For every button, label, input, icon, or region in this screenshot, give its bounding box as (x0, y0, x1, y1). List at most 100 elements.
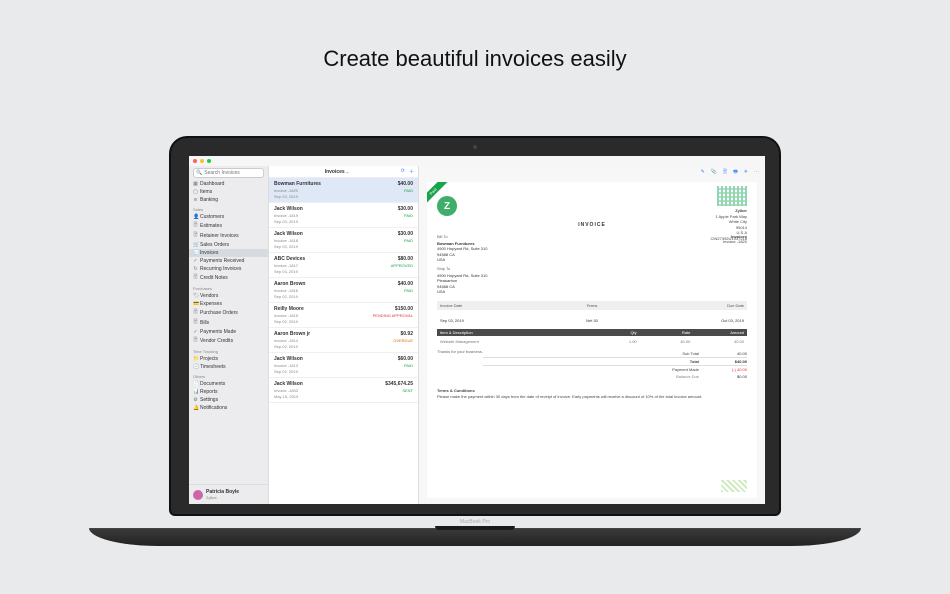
invoice-row[interactable]: Jack Wilson$345,674.25Invoice -1803SENTM… (269, 378, 418, 403)
chevron-down-icon: ⌄ (346, 169, 349, 174)
sidebar-icon: 📁 (193, 356, 198, 362)
invoice-row[interactable]: Jack Wilson$60.00Invoice -1813PAIDSep 02… (269, 353, 418, 378)
invoice-amount: $60.00 (398, 356, 413, 362)
sidebar-item[interactable]: 💳Expenses (189, 300, 268, 308)
traffic-light-min[interactable] (200, 159, 204, 163)
invoice-customer: Jack Wilson (274, 231, 303, 237)
sidebar-item-label: Purchase Orders (200, 310, 238, 316)
send-button[interactable]: ✈ (744, 169, 748, 177)
sidebar-item[interactable]: 📊Reports (189, 388, 268, 396)
sidebar-item[interactable]: 🗎Retainer Invoices (189, 231, 268, 241)
invoice-detail: ✎ 📎 🗎 🖶 ✈ ⋯ Paid Z Zylker 1 Apple Par (419, 166, 765, 504)
more-button[interactable]: ⋯ (754, 169, 759, 177)
invoice-row[interactable]: ABC Devices$80.00Invoice -1817APPROVEDSe… (269, 253, 418, 278)
sidebar-item-label: Bills (200, 320, 209, 326)
sidebar-item[interactable]: ✓Payments Made (189, 328, 268, 336)
invoice-customer: Reilly Moore (274, 306, 304, 312)
profile-org: Zylker (206, 495, 239, 500)
sidebar-item[interactable]: ↻Recurring Invoices (189, 265, 268, 273)
invoice-row[interactable]: Aaron Brown$40.00Invoice -1816PAIDSep 02… (269, 278, 418, 303)
sidebar-item[interactable]: ✓Payments Received (189, 257, 268, 265)
invoice-number: Invoice -1814 (274, 338, 298, 343)
sidebar-item-label: Vendor Credits (200, 338, 233, 344)
sidebar-item-banking[interactable]: ≋Banking (189, 196, 268, 204)
sidebar-item[interactable]: 🔔Notifications (189, 404, 268, 412)
invoice-date: Sep 02, 2019 (274, 294, 298, 299)
invoice-list: Invoices⌄ ⟳ ＋ Bowman Furnitures$40.00Inv… (269, 166, 419, 504)
sidebar-item[interactable]: 🗎Credit Notes (189, 273, 268, 283)
sidebar-item[interactable]: 🗎Estimates (189, 221, 268, 231)
invoice-row[interactable]: Bowman Furnitures$40.00Invoice -1820PAID… (269, 178, 418, 203)
sidebar-item[interactable]: 🧾Invoices (189, 249, 268, 257)
sidebar-item[interactable]: 👤Customers (189, 213, 268, 221)
sidebar-item[interactable]: 📄Documents (189, 380, 268, 388)
list-title[interactable]: Invoices⌄ (273, 169, 401, 175)
camera-dot (473, 145, 477, 149)
sidebar-item[interactable]: 🗎Purchase Orders (189, 308, 268, 318)
invoice-row[interactable]: Jack Wilson$30.00Invoice -1818PAIDSep 03… (269, 228, 418, 253)
page-headline: Create beautiful invoices easily (0, 46, 950, 72)
new-invoice-button[interactable]: ＋ (409, 168, 414, 175)
sidebar-icon: 🛒 (193, 242, 198, 248)
sidebar-item-label: Estimates (200, 223, 222, 229)
sidebar-icon: 🧾 (193, 250, 198, 256)
sidebar-item[interactable]: 🛒Sales Orders (189, 241, 268, 249)
sidebar-item-label: Dashboard (200, 181, 224, 187)
traffic-light-close[interactable] (193, 159, 197, 163)
sidebar-icon: ↻ (193, 266, 198, 272)
company-logo: Z (437, 196, 457, 216)
invoice-amount: $80.00 (398, 256, 413, 262)
sidebar-item[interactable]: 📁Projects (189, 355, 268, 363)
laptop-notch (435, 526, 515, 530)
traffic-light-max[interactable] (207, 159, 211, 163)
app-screen: 🔍 ▦Dashboard▢Items≋Banking Sales👤Custome… (189, 156, 765, 504)
attach-button[interactable]: 📎 (711, 169, 717, 177)
footer-deco (721, 480, 747, 492)
sidebar-item[interactable]: 🗎Bills (189, 318, 268, 328)
invoice-number: Invoice -1813 (274, 363, 298, 368)
sidebar-item-label: Invoices (200, 250, 218, 256)
invoice-amount: $40.00 (398, 281, 413, 287)
edit-button[interactable]: ✎ (701, 169, 705, 177)
sidebar-item[interactable]: 🗎Vendor Credits (189, 336, 268, 346)
invoice-customer: Aaron Brown (274, 281, 305, 287)
sidebar-icon: ▦ (193, 181, 198, 187)
sidebar-item[interactable]: 🕘Timesheets (189, 363, 268, 371)
invoice-row[interactable]: Aaron Brown jr$0.92Invoice -1814OVERDUES… (269, 328, 418, 353)
invoice-status: OVERDUE (393, 338, 413, 343)
invoice-amount: $345,674.25 (385, 381, 413, 387)
sidebar-item-dashboard[interactable]: ▦Dashboard (189, 180, 268, 188)
sidebar-icon: 🗎 (193, 337, 198, 345)
pdf-button[interactable]: 🗎 (723, 169, 727, 177)
invoice-amount: $30.00 (398, 231, 413, 237)
sidebar-item-label: Settings (200, 397, 218, 403)
sidebar-item-label: Payments Made (200, 329, 236, 335)
sidebar-icon: 📄 (193, 381, 198, 387)
sidebar-item-label: Items (200, 189, 212, 195)
refresh-button[interactable]: ⟳ (401, 168, 405, 175)
sidebar-icon: 📊 (193, 389, 198, 395)
invoice-date: Sep 03, 2019 (274, 269, 298, 274)
sidebar-item-items[interactable]: ▢Items (189, 188, 268, 196)
invoice-amount: $30.00 (398, 206, 413, 212)
invoice-row[interactable]: Reilly Moore$150.00Invoice -1815PENDING … (269, 303, 418, 328)
search-box[interactable]: 🔍 (193, 168, 264, 178)
search-input[interactable] (204, 170, 270, 176)
invoice-customer: Bowman Furnitures (274, 181, 321, 187)
profile-card[interactable]: Patricia Boyle Zylker (189, 484, 268, 504)
bill-to-label: Bill To (437, 234, 532, 240)
sidebar-icon: 🔔 (193, 405, 198, 411)
sidebar-icon: 🕘 (193, 364, 198, 370)
sidebar-item-label: Customers (200, 214, 224, 220)
invoice-status: PAID (404, 288, 413, 293)
line-items: Item & Description Qty Rate Amount Websi… (437, 329, 747, 347)
sidebar-item[interactable]: 🏷Vendors (189, 292, 268, 300)
sidebar-icon: 👤 (193, 214, 198, 220)
sidebar-icon: ≋ (193, 197, 198, 203)
print-button[interactable]: 🖶 (733, 169, 738, 177)
sidebar-item-label: Timesheets (200, 364, 226, 370)
invoice-date: Sep 03, 2019 (274, 244, 298, 249)
sidebar-item-label: Projects (200, 356, 218, 362)
sidebar-item[interactable]: ⚙Settings (189, 396, 268, 404)
invoice-row[interactable]: Jack Wilson$30.00Invoice -1819PAIDSep 03… (269, 203, 418, 228)
